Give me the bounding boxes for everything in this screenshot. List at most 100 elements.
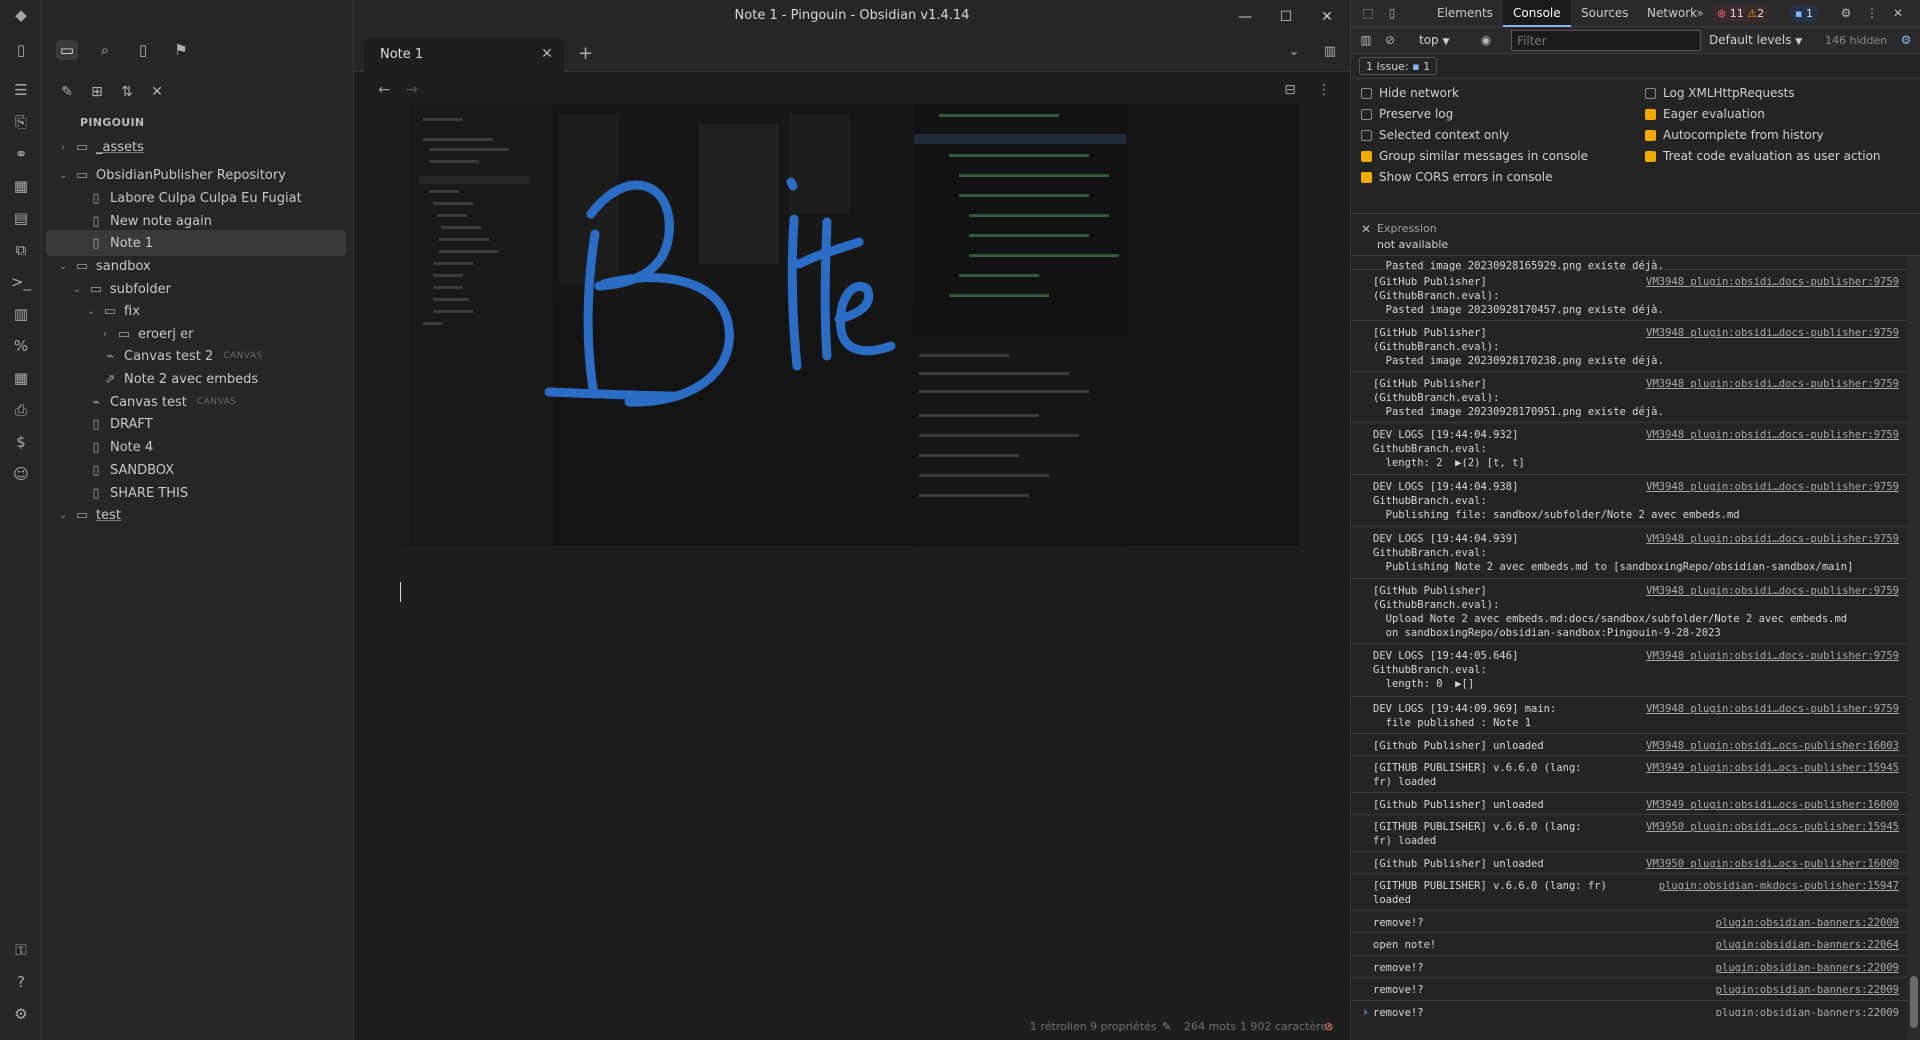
tree-item[interactable]: ⌄ ▭ test [48,502,348,528]
info-badge[interactable]: ▪ 1 [1791,5,1817,22]
insert-icon[interactable]: ⎙ [11,400,31,420]
console-settings-icon[interactable]: ⚙ [1897,31,1915,49]
checkbox-checked[interactable] [1361,150,1372,162]
console-message[interactable]: [GitHub Publisher] (GithubBranch.eval): … [1351,323,1907,372]
properties-count[interactable]: 9 propriétés [1090,1020,1157,1033]
toggle-right-sidebar-icon[interactable]: ▥ [1320,44,1340,62]
console-source-link[interactable]: VM3948 plugin:obsidi…docs-publisher:9759 [1646,649,1899,663]
console-message[interactable]: [Github Publisher] unloaded VM3949 plugin… [1351,795,1907,815]
checkbox-checked[interactable] [1645,108,1656,120]
console-message[interactable]: [Github Publisher] unloaded VM3950 plugin… [1351,854,1907,874]
console-source-link[interactable]: VM3949 plugin:obsidi…ocs-publisher:15945 [1646,761,1899,775]
toggle-sidebar-icon[interactable]: ▯ [11,40,31,60]
tab-sources[interactable]: Sources [1571,0,1638,27]
console-message[interactable]: [GITHUB PUBLISHER] v.6.6.0 (lang: fr) lo… [1351,817,1907,852]
console-source-link[interactable]: VM3948 plugin:obsidi…docs-publisher:9759 [1646,377,1899,391]
console-setting-checkbox[interactable]: Log XMLHttpRequests [1645,86,1795,100]
dollar-icon[interactable]: $ [11,432,31,452]
console-message[interactable]: DEV LOGS [19:44:09.969] main: file publi… [1351,699,1907,734]
console-message[interactable]: remove!? plugin:obsidian-banners:22009 [1351,980,1907,1001]
console-message[interactable]: DEV LOGS [19:44:04.932] GithubBranch.eva… [1351,425,1907,475]
console-source-link[interactable]: VM3948 plugin:obsidi…docs-publisher:9759 [1646,428,1899,442]
files-tab-icon[interactable]: ▭ [56,40,78,60]
reading-view-icon[interactable]: ⊟ [1280,80,1300,100]
console-setting-checkbox[interactable]: Treat code evaluation as user action [1645,149,1881,163]
editor-pane[interactable]: ← → ⊟ ⋮ 1 rétrolien 9 propriétés ✎ 264 m… [354,72,1350,1040]
minimize-icon[interactable]: — [1234,6,1256,28]
checkbox-unchecked[interactable] [1361,87,1372,99]
edit-mode-icon[interactable]: ✎ [1162,1020,1171,1033]
new-folder-icon[interactable]: ⊞ [86,82,108,102]
expression-label[interactable]: Expression [1377,222,1437,235]
errors-badge[interactable]: ⊗ 11 ⚠2 [1713,5,1769,22]
maximize-icon[interactable]: ☐ [1275,6,1297,28]
console-source-link[interactable]: plugin:obsidian-banners:22009 [1716,961,1899,975]
console-source-link[interactable]: VM3948 plugin:obsidi…docs-publisher:9759 [1646,326,1899,340]
inspect-element-icon[interactable]: ⬚ [1359,4,1377,22]
canvas-icon[interactable]: ▦ [11,176,31,196]
help-icon[interactable]: ? [11,972,31,992]
console-setting-checkbox[interactable]: Hide network [1361,86,1459,100]
console-message[interactable]: [GitHub Publisher] (GithubBranch.eval): … [1351,272,1907,321]
face-icon[interactable]: ☺ [11,464,31,484]
back-arrow-icon[interactable]: ← [374,80,394,100]
console-message[interactable]: [GITHUB PUBLISHER] v.6.6.0 (lang: fr) lo… [1351,758,1907,793]
console-prompt[interactable]: › [1363,1005,1368,1019]
console-sidebar-icon[interactable]: ▥ [1357,31,1375,49]
tab-note-1[interactable]: Note 1 ✕ [364,38,564,72]
new-tab-icon[interactable]: + [578,43,593,64]
scroll-thumb[interactable] [1910,976,1918,1028]
checkbox-unchecked[interactable] [1361,108,1372,120]
console-setting-checkbox[interactable]: Selected context only [1361,128,1509,142]
console-source-link[interactable]: VM3949 plugin:obsidi…ocs-publisher:16000 [1646,798,1899,812]
console-message[interactable]: Pasted image 20230928165929.png existe d… [1351,256,1907,272]
close-tab-icon[interactable]: ✕ [538,45,556,63]
live-expression-eye-icon[interactable]: ◉ [1477,31,1495,49]
open-note-icon[interactable]: ⎘ [11,112,31,132]
console-message[interactable]: remove!? plugin:obsidian-banners:22009 [1351,958,1907,978]
console-source-link[interactable]: plugin:obsidian-banners:22009 [1716,916,1899,930]
console-setting-checkbox[interactable]: Show CORS errors in console [1361,170,1553,184]
console-source-link[interactable]: VM3948 plugin:obsidi…docs-publisher:9759 [1646,275,1899,289]
console-message[interactable]: DEV LOGS [19:44:04.939] GithubBranch.eva… [1351,529,1907,579]
console-setting-checkbox[interactable]: Group similar messages in console [1361,149,1588,163]
console-source-link[interactable]: VM3948 plugin:obsidi…docs-publisher:9759 [1646,532,1899,546]
vault-switcher-icon[interactable]: ⚿ [11,940,31,960]
sort-icon[interactable]: ⇅ [116,82,138,102]
percent-icon[interactable]: % [11,336,31,356]
bookmark-icon[interactable]: ⚑ [170,40,192,60]
tab-console[interactable]: Console [1503,0,1571,27]
console-message[interactable]: remove!? plugin:obsidian-banners:22009 [1351,913,1907,933]
console-message[interactable]: [GitHub Publisher] (GithubBranch.eval): … [1351,374,1907,423]
console-source-link[interactable]: VM3950 plugin:obsidi…ocs-publisher:16000 [1646,857,1899,871]
graph-view-icon[interactable]: ⚭ [11,144,31,164]
console-setting-checkbox[interactable]: Autocomplete from history [1645,128,1824,142]
console-source-link[interactable]: plugin:obsidian-banners:22009 [1716,983,1899,997]
clear-console-icon[interactable]: ⊘ [1381,31,1399,49]
devtools-settings-icon[interactable]: ⚙ [1837,4,1855,22]
console-filter-input[interactable] [1511,30,1701,51]
console-source-link[interactable]: VM3948 plugin:obsidi…docs-publisher:9759 [1646,584,1899,598]
sync-error-icon[interactable]: ⊘ [1324,1020,1333,1033]
daily-note-icon[interactable]: ▤ [11,208,31,228]
more-options-icon[interactable]: ⋮ [1314,80,1334,100]
tab-list-chevron-icon[interactable]: ⌄ [1284,44,1304,62]
console-source-link[interactable]: VM3948 plugin:obsidi…docs-publisher:9759 [1646,480,1899,494]
obsidian-logo-icon[interactable]: ◆ [11,5,31,25]
remove-expression-icon[interactable]: ✕ [1357,220,1375,238]
console-message[interactable]: DEV LOGS [19:44:04.938] GithubBranch.eva… [1351,477,1907,527]
command-palette-icon[interactable]: >_ [11,272,31,292]
console-scrollbar[interactable] [1907,256,1920,1040]
console-source-link[interactable]: VM3950 plugin:obsidi…ocs-publisher:15945 [1646,820,1899,834]
console-message[interactable]: DEV LOGS [19:44:05.646] GithubBranch.eva… [1351,646,1907,697]
devtools-menu-icon[interactable]: ⋮ [1863,4,1881,22]
console-message[interactable]: [GitHub Publisher] (GithubBranch.eval): … [1351,581,1907,644]
log-levels-dropdown[interactable]: Default levels ▼ [1709,33,1802,47]
quick-switcher-icon[interactable]: ☰ [11,80,31,100]
devtools-close-icon[interactable]: ✕ [1889,4,1907,22]
more-tabs-icon[interactable]: » [1691,4,1709,22]
console-source-link[interactable]: VM3948 plugin:obsidi…docs-publisher:9759 [1646,702,1899,716]
console-source-link[interactable]: plugin:obsidian-banners:22009 [1716,1006,1899,1016]
templates-icon[interactable]: ⧉ [11,240,31,260]
checkbox-unchecked[interactable] [1645,87,1656,99]
